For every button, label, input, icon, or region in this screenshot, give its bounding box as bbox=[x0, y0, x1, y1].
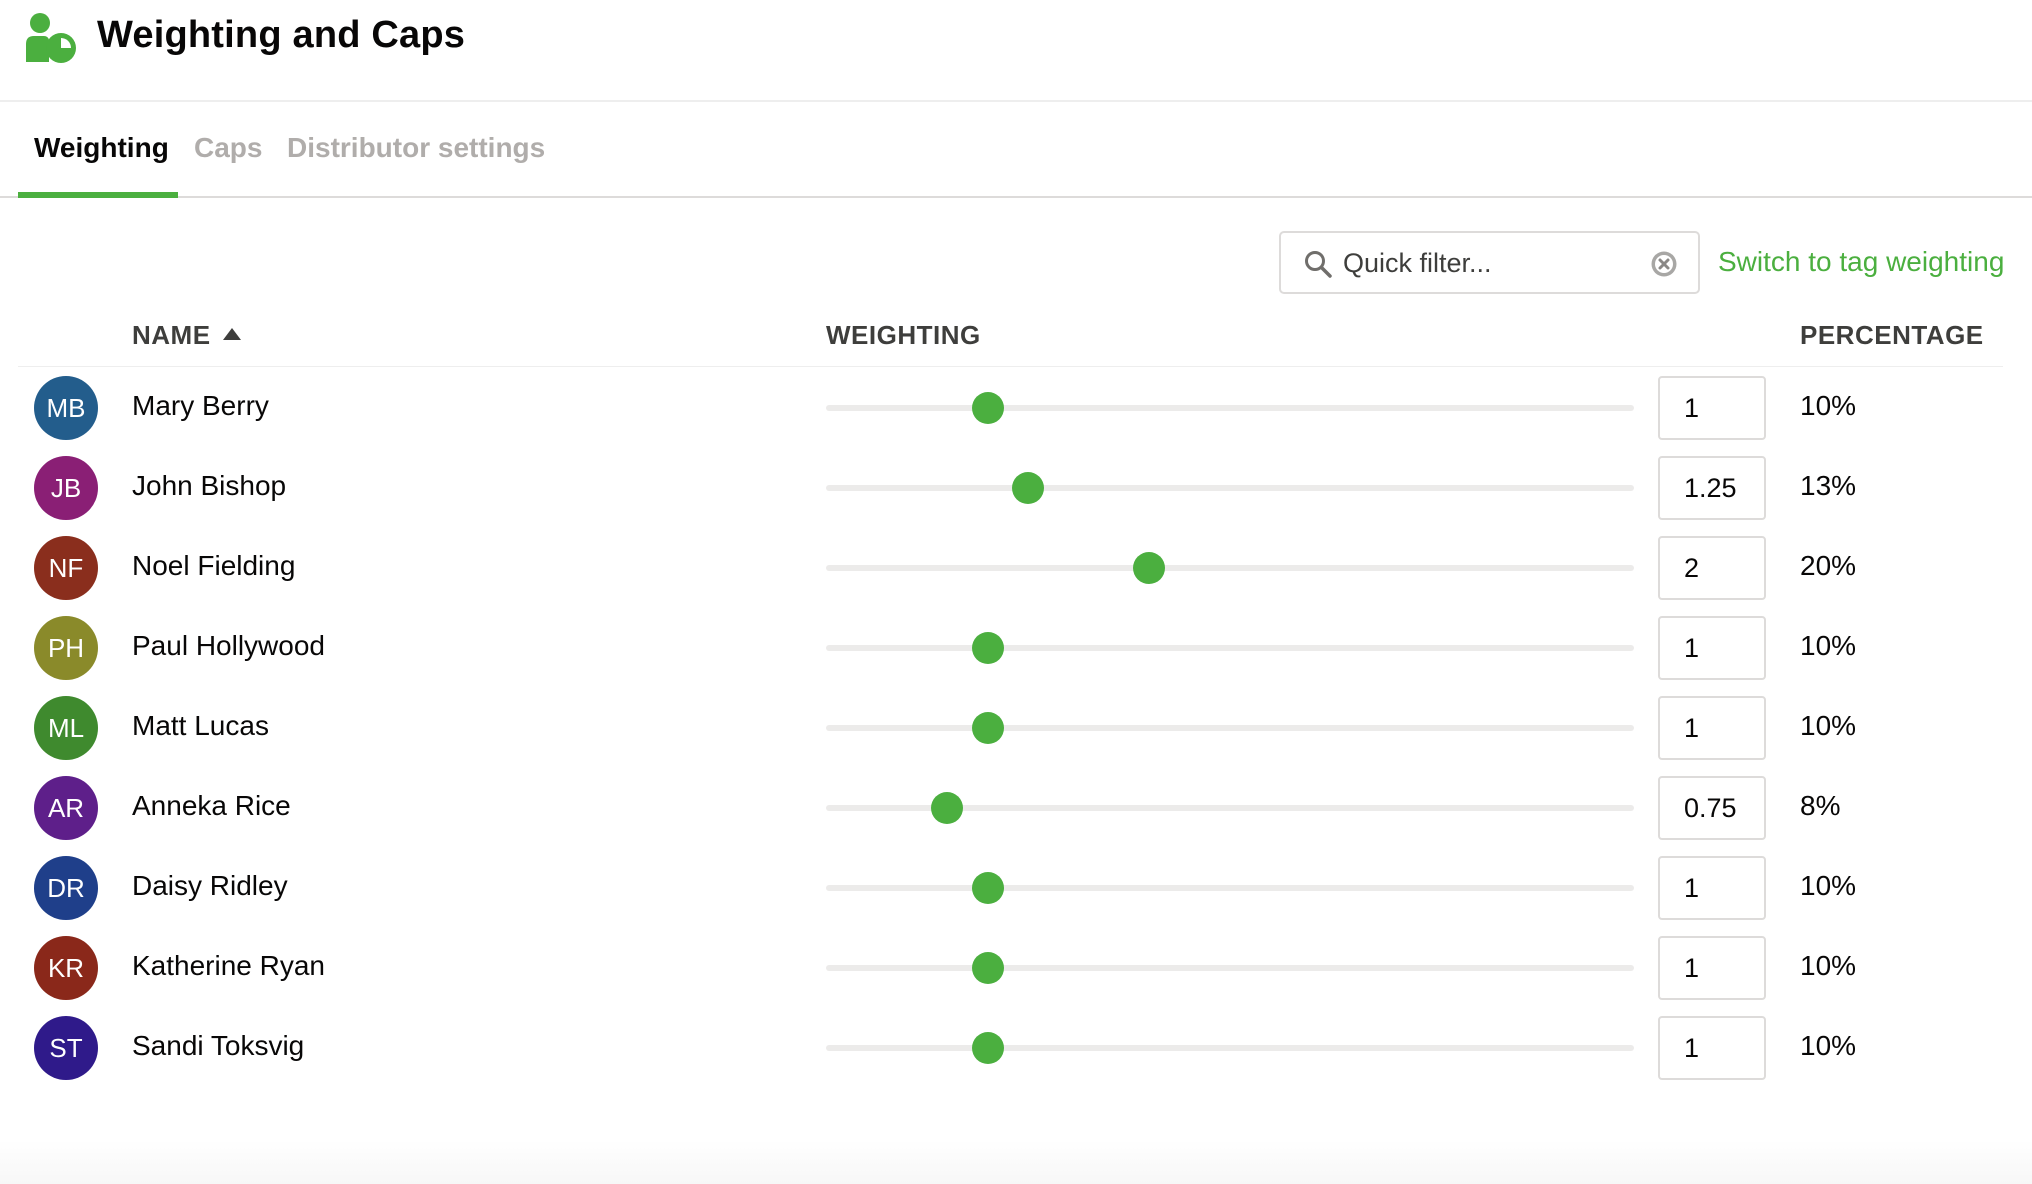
avatar: ML bbox=[34, 696, 98, 760]
slider-thumb[interactable] bbox=[971, 392, 1004, 424]
weight-input[interactable] bbox=[1658, 536, 1766, 600]
percentage-value: 10% bbox=[1800, 710, 1857, 741]
table-row: KR Katherine Ryan 10% bbox=[0, 928, 2032, 1008]
avatar: NF bbox=[34, 536, 98, 600]
avatar: PH bbox=[34, 616, 98, 680]
quick-filter[interactable] bbox=[1279, 231, 1700, 294]
weight-input[interactable] bbox=[1658, 1016, 1766, 1080]
slider-thumb[interactable] bbox=[971, 952, 1004, 984]
percentage-value: 10% bbox=[1800, 630, 1857, 661]
table-row: ML Matt Lucas 10% bbox=[0, 688, 2032, 768]
tab-distributor-settings[interactable]: Distributor settings bbox=[287, 132, 545, 164]
percentage-value: 10% bbox=[1800, 390, 1857, 421]
column-header-name[interactable]: NAME bbox=[132, 320, 241, 351]
column-header-name-label: NAME bbox=[132, 320, 211, 350]
weight-input[interactable] bbox=[1658, 376, 1766, 440]
tab-bar: Weighting Caps Distributor settings bbox=[0, 102, 2032, 198]
weighting-slider[interactable] bbox=[826, 792, 1634, 824]
people-pie-logo-icon bbox=[26, 13, 76, 63]
percentage-value: 10% bbox=[1800, 870, 1857, 901]
slider-thumb[interactable] bbox=[971, 872, 1004, 904]
person-name: Katherine Ryan bbox=[132, 950, 326, 981]
table-row: NF Noel Fielding 20% bbox=[0, 528, 2032, 608]
person-name: Mary Berry bbox=[132, 390, 269, 421]
table-row: AR Anneka Rice 8% bbox=[0, 768, 2032, 848]
weighting-slider[interactable] bbox=[826, 872, 1634, 904]
slider-thumb[interactable] bbox=[971, 632, 1004, 664]
slider-thumb[interactable] bbox=[1133, 552, 1166, 584]
person-name: Noel Fielding bbox=[132, 550, 296, 581]
page-header: Weighting and Caps bbox=[0, 0, 2032, 102]
column-header-percentage: PERCENTAGE bbox=[1800, 320, 1984, 350]
avatar: AR bbox=[34, 776, 98, 840]
weight-input[interactable] bbox=[1658, 696, 1766, 760]
avatar: MB bbox=[34, 376, 98, 440]
percentage-value: 8% bbox=[1800, 790, 1841, 821]
table-row: PH Paul Hollywood 10% bbox=[0, 608, 2032, 688]
sort-ascending-icon bbox=[222, 328, 241, 341]
weighting-slider[interactable] bbox=[826, 632, 1634, 664]
weighting-slider[interactable] bbox=[826, 392, 1634, 424]
page-bottom-edge bbox=[0, 1140, 2032, 1184]
weighting-slider[interactable] bbox=[826, 1032, 1634, 1064]
slider-thumb[interactable] bbox=[1012, 472, 1044, 504]
table-row: MB Mary Berry 10% bbox=[0, 368, 2032, 448]
slider-thumb[interactable] bbox=[931, 792, 964, 824]
weighting-slider[interactable] bbox=[826, 552, 1634, 584]
weight-input[interactable] bbox=[1658, 936, 1766, 1000]
active-tab-indicator bbox=[18, 192, 178, 198]
page-title: Weighting and Caps bbox=[97, 14, 466, 56]
weighting-slider[interactable] bbox=[826, 472, 1634, 504]
percentage-value: 10% bbox=[1800, 1030, 1857, 1061]
person-name: Daisy Ridley bbox=[132, 870, 288, 901]
person-name: Sandi Toksvig bbox=[132, 1030, 305, 1061]
avatar: JB bbox=[34, 456, 98, 520]
person-name: Paul Hollywood bbox=[132, 630, 325, 661]
percentage-value: 10% bbox=[1800, 950, 1857, 981]
switch-to-tag-weighting-link[interactable]: Switch to tag weighting bbox=[1718, 246, 2004, 278]
table-row: JB John Bishop 13% bbox=[0, 448, 2032, 528]
person-name: Matt Lucas bbox=[132, 710, 269, 741]
weight-input[interactable] bbox=[1658, 616, 1766, 680]
tab-weighting[interactable]: Weighting bbox=[34, 132, 169, 164]
weight-input[interactable] bbox=[1658, 856, 1766, 920]
weighting-slider[interactable] bbox=[826, 712, 1634, 744]
avatar: ST bbox=[34, 1016, 98, 1080]
table-header-divider bbox=[18, 366, 2003, 367]
column-header-weighting: WEIGHTING bbox=[826, 320, 981, 350]
search-icon bbox=[1305, 251, 1332, 278]
tab-caps[interactable]: Caps bbox=[194, 132, 262, 164]
quick-filter-input[interactable] bbox=[1343, 241, 1643, 285]
weighting-slider[interactable] bbox=[826, 952, 1634, 984]
slider-thumb[interactable] bbox=[971, 712, 1004, 744]
table-row: ST Sandi Toksvig 10% bbox=[0, 1008, 2032, 1088]
person-name: John Bishop bbox=[132, 470, 287, 501]
clear-icon[interactable] bbox=[1650, 250, 1678, 278]
avatar: DR bbox=[34, 856, 98, 920]
slider-thumb[interactable] bbox=[971, 1032, 1004, 1064]
percentage-value: 13% bbox=[1800, 470, 1857, 501]
avatar: KR bbox=[34, 936, 98, 1000]
person-name: Anneka Rice bbox=[132, 790, 291, 821]
weight-input[interactable] bbox=[1658, 776, 1766, 840]
weight-input[interactable] bbox=[1658, 456, 1766, 520]
percentage-value: 20% bbox=[1800, 550, 1857, 581]
table-row: DR Daisy Ridley 10% bbox=[0, 848, 2032, 928]
